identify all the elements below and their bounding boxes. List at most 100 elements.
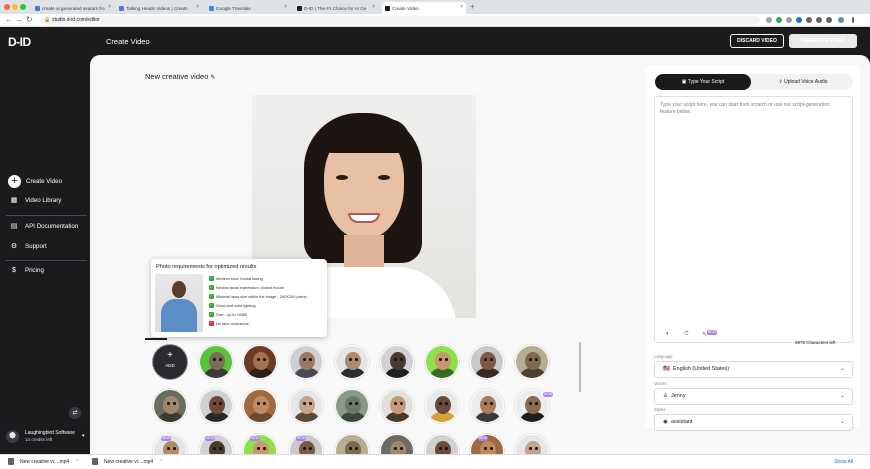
new-tab-icon[interactable]: + [470,2,475,11]
sidebar-item-pricing[interactable]: $ Pricing [8,267,44,274]
voice-value: Jenny [670,393,686,399]
app-header: D-ID Create Video DISCARD VIDEO GENERATE… [0,27,870,55]
chevron-up-icon[interactable]: ⌃ [75,459,79,465]
extension-icon[interactable] [806,17,812,23]
add-avatar-button[interactable]: + ADD [153,345,187,379]
language-select-group: Language 🇺🇸 English (United States) ⌄ [654,354,853,378]
extension-icon[interactable] [786,17,792,23]
dollar-icon: $ [12,267,16,274]
tab-upload-voice-audio[interactable]: ⇪ Upload Voice Audio [755,74,851,90]
sidebar-item-create-video[interactable]: + Create Video [8,175,62,188]
avatar-thumbnail[interactable] [380,389,414,423]
tab-favicon-icon [297,6,302,11]
discard-video-button[interactable]: DISCARD VIDEO [730,34,784,48]
requirement-item: × No face occlusions [209,321,249,326]
close-tab-icon[interactable]: × [108,4,111,10]
avatar-thumbnail[interactable] [515,345,549,379]
new-badge: NEW [296,436,306,441]
back-icon[interactable]: ← [5,15,13,24]
close-tab-icon[interactable]: × [460,4,463,10]
close-tab-icon[interactable]: × [196,4,199,10]
minimize-window-icon[interactable] [12,4,18,10]
sidebar-item-support[interactable]: ⚙ Support [8,242,47,251]
pencil-icon[interactable]: ✎ [210,75,215,81]
extension-icon[interactable] [776,17,782,23]
tab-title: Talking Heads Videos | Create [126,5,188,11]
check-icon: ✓ [209,276,214,281]
address-bar[interactable]: 🔒 studio.d-id.com/editor [40,16,760,25]
document-icon: ▤ [10,223,18,230]
browser-tab[interactable]: D-ID | The #1 Choice for AI Ge × [294,2,378,14]
new-badge: NEW [205,436,215,441]
requirement-item: ✓ Good and solid lighting [209,303,256,308]
show-all-link[interactable]: Show All [834,459,853,465]
script-placeholder: Type your script here, you can start fro… [660,102,830,115]
check-icon: ✓ [209,312,214,317]
browser-tab[interactable]: Talking Heads Videos | Create × [116,2,202,14]
requirement-text: Size - up to 10MB [216,312,247,317]
account-menu[interactable]: Laughingbird Software 14 credits left ▾ [6,427,90,445]
extension-icon[interactable] [796,17,802,23]
styles-select[interactable]: ◉ assistant ⌄ [654,414,853,431]
tab-label: Type Your Script [687,79,725,85]
sidebar-item-api-documentation[interactable]: ▤ API Documentation [8,222,79,231]
menu-dots-icon[interactable] [852,17,854,23]
avatar-thumbnail[interactable] [335,389,369,423]
extension-icon[interactable] [816,17,822,23]
sidebar-item-video-library[interactable]: ▦ Video Library [8,196,62,205]
tab-title: Google Translate [216,5,251,11]
maximize-window-icon[interactable] [20,4,26,10]
browser-tab[interactable]: Google Translate × [206,2,290,14]
forward-icon[interactable]: → [15,15,23,24]
profile-icon[interactable] [838,17,844,23]
language-select[interactable]: 🇺🇸 English (United States) ⌄ [654,361,853,378]
us-flag-icon: 🇺🇸 [663,366,670,372]
reload-icon[interactable]: ↻ [26,15,33,24]
new-badge: NEW [478,436,488,441]
avatar-thumbnail[interactable] [470,389,504,423]
d-id-logo[interactable]: D-ID [8,35,31,49]
pause-icon[interactable]: ◐ [666,331,670,337]
avatar-thumbnail[interactable] [335,345,369,379]
new-badge: NEW [543,392,553,397]
extension-icon[interactable] [766,17,772,23]
avatar-thumbnail[interactable] [243,389,277,423]
chevron-up-icon[interactable]: ⌃ [159,459,163,465]
chevron-down-icon: ⌄ [839,419,845,425]
gallery-tab-indicator [145,338,167,340]
generate-video-button[interactable]: GENERATE VIDEO [789,34,857,48]
chat-icon[interactable]: ⇄ [69,407,81,419]
avatar-thumbnail[interactable] [289,389,323,423]
avatar-thumbnail[interactable] [153,389,187,423]
download-item[interactable]: New creative vi....mp4 ⌃ [92,458,163,465]
close-window-icon[interactable] [4,4,10,10]
avatar-thumbnail[interactable] [380,345,414,379]
voices-select[interactable]: ♙ Jenny ⌄ [654,388,853,405]
close-tab-icon[interactable]: × [372,4,375,10]
puzzle-icon[interactable] [826,17,832,23]
download-item[interactable]: New creative vi....mp4 ⌃ [8,458,79,465]
close-tab-icon[interactable]: × [284,4,287,10]
browser-tab-strip: create ai generated avatars fro × Talkin… [0,0,870,14]
page-title: Create Video [106,37,150,46]
avatar-thumbnail[interactable] [425,389,459,423]
tab-title: Create Video [392,5,419,11]
avatar-thumbnail[interactable] [425,345,459,379]
script-textarea[interactable]: Type your script here, you can start fro… [654,96,853,343]
avatar-thumbnail[interactable] [199,345,233,379]
styles-label: Styles [654,407,666,412]
language-value: English (United States) [672,366,730,372]
browser-tab-active[interactable]: Create Video × [382,2,466,14]
gallery-scrollbar[interactable] [579,342,581,392]
chevron-down-icon: ⌄ [839,393,845,399]
timer-icon[interactable]: ⏱ [684,331,689,338]
sidebar-item-label: Support [25,242,47,250]
avatar-thumbnail[interactable] [470,345,504,379]
video-title[interactable]: New creative video ✎ [145,72,215,81]
tab-type-your-script[interactable]: ▣ Type Your Script [655,74,751,90]
avatar-thumbnail[interactable] [243,345,277,379]
browser-tab[interactable]: create ai generated avatars fro × [32,2,114,14]
avatar-thumbnail[interactable] [199,389,233,423]
avatar-thumbnail[interactable] [289,345,323,379]
voices-select-group: Voices ♙ Jenny ⌄ [654,381,853,405]
